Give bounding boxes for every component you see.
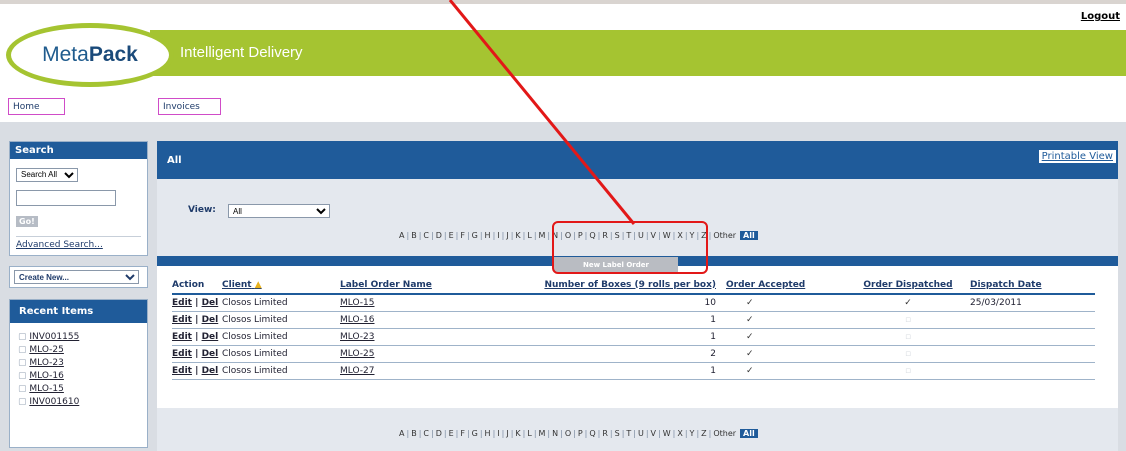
annotation-highlight-box bbox=[552, 221, 708, 274]
